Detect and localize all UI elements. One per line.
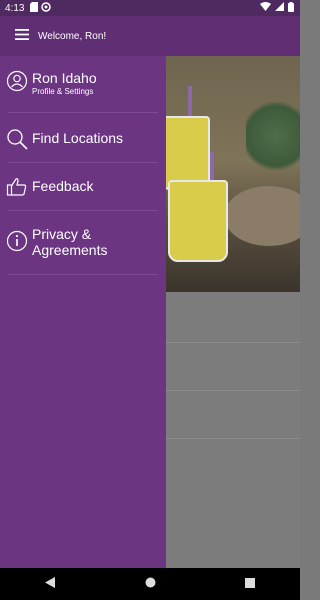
divider [8, 210, 158, 211]
battery-icon [288, 1, 294, 15]
home-button[interactable] [130, 568, 170, 600]
search-icon [6, 128, 28, 150]
recents-button[interactable] [230, 568, 270, 600]
back-button[interactable] [30, 568, 70, 600]
background-content [166, 56, 300, 568]
hamburger-menu-icon [15, 27, 29, 45]
user-profile-icon [6, 70, 28, 92]
privacy-label: Privacy & Agreements [32, 226, 108, 258]
app-bar: Welcome, Ron! [0, 16, 300, 56]
signal-icon [275, 2, 284, 14]
home-icon [145, 575, 156, 593]
info-icon [6, 230, 28, 252]
drawer-item-profile[interactable]: Ron Idaho Profile & Settings [0, 70, 166, 97]
profile-name: Ron Idaho [32, 70, 97, 86]
back-icon [45, 575, 55, 593]
hero-image [166, 56, 300, 292]
divider [166, 390, 300, 391]
profile-subtitle: Profile & Settings [32, 87, 94, 96]
navigation-drawer: Ron Idaho Profile & Settings Find Locati… [0, 56, 166, 568]
status-time: 4:13 [5, 2, 25, 14]
thumbs-up-icon [6, 176, 28, 198]
find-locations-label: Find Locations [32, 130, 124, 146]
divider [8, 274, 158, 275]
recents-icon [245, 575, 255, 593]
welcome-text: Welcome, Ron! [38, 30, 107, 42]
wifi-icon [260, 2, 271, 14]
drawer-item-privacy[interactable]: Privacy & Agreements [0, 226, 166, 258]
menu-button[interactable] [8, 16, 36, 56]
divider [8, 112, 158, 113]
system-nav-bar [0, 568, 300, 600]
status-bar: 4:13 [0, 0, 300, 16]
drawer-item-find-locations[interactable]: Find Locations [0, 128, 166, 150]
divider [166, 342, 300, 343]
sd-card-icon [30, 1, 39, 15]
divider [8, 162, 158, 163]
drawer-item-feedback[interactable]: Feedback [0, 176, 166, 198]
divider [166, 438, 300, 439]
feedback-label: Feedback [32, 178, 94, 194]
sync-icon [41, 1, 52, 15]
